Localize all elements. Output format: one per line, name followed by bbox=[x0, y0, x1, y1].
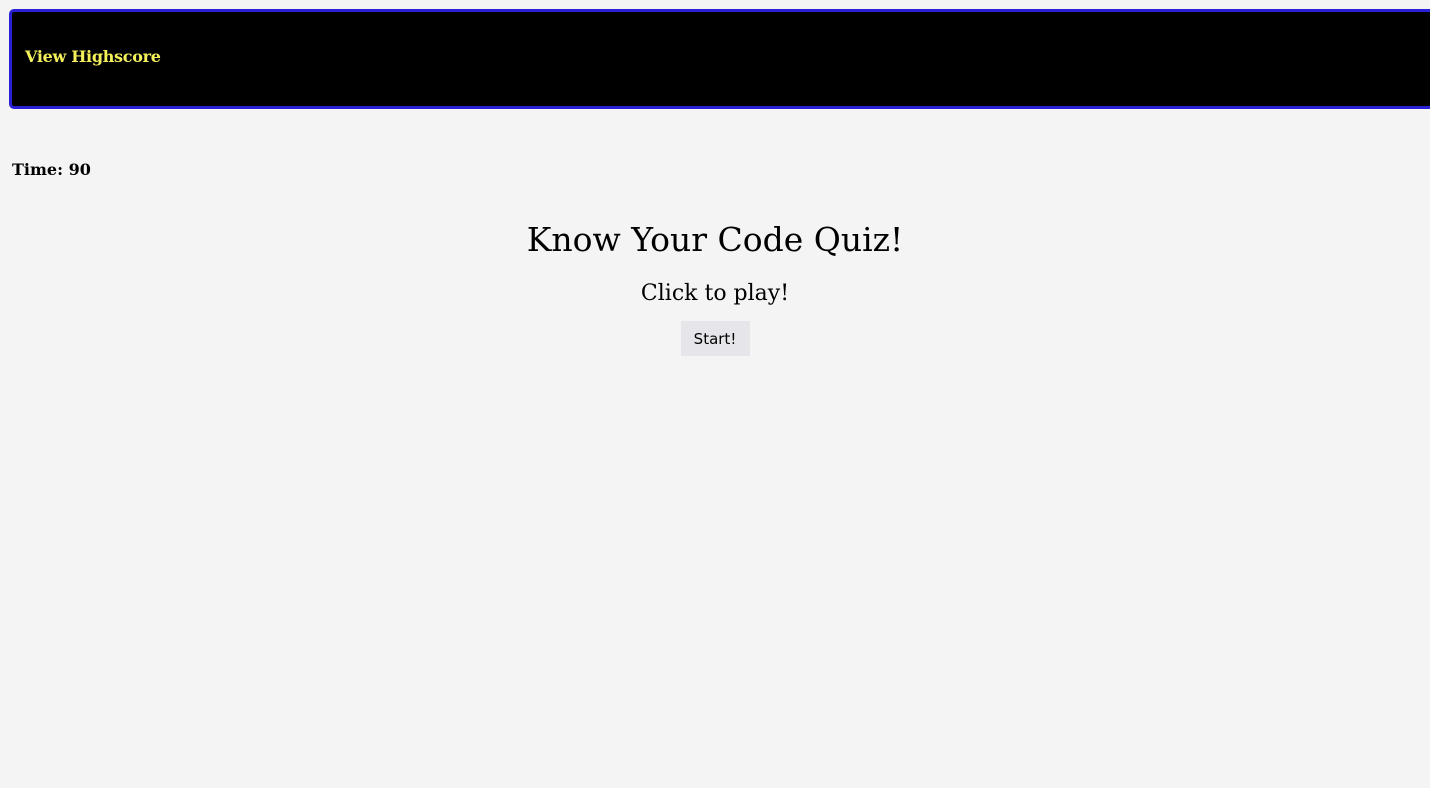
start-screen: Know Your Code Quiz! Click to play! Star… bbox=[0, 215, 1430, 356]
top-header-bar: View Highscore bbox=[9, 9, 1430, 109]
page-title: Know Your Code Quiz! bbox=[526, 220, 904, 259]
timer-display: Time: 90 bbox=[12, 160, 91, 179]
page-subtitle: Click to play! bbox=[640, 281, 790, 306]
view-highscore-link[interactable]: View Highscore bbox=[25, 47, 161, 66]
start-button[interactable]: Start! bbox=[680, 321, 750, 356]
